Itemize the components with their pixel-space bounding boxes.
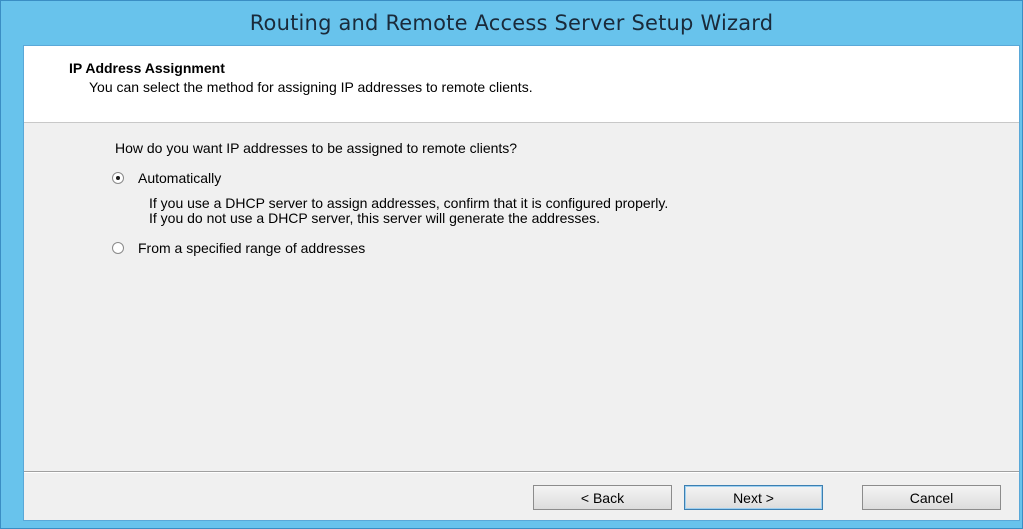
wizard-header: IP Address Assignment You can select the…: [24, 46, 1019, 123]
description-line: If you do not use a DHCP server, this se…: [149, 210, 601, 226]
radio-automatically-label: Automatically: [138, 170, 222, 186]
automatically-description: If you use a DHCP server to assign addre…: [149, 196, 668, 226]
button-separator: [24, 471, 1019, 473]
cancel-button[interactable]: Cancel: [862, 485, 1001, 510]
description-line: If you use a DHCP server to assign addre…: [149, 195, 669, 211]
radio-button-checked-icon[interactable]: [112, 172, 124, 184]
back-button[interactable]: < Back: [533, 485, 672, 510]
radio-specified-range-label: From a specified range of addresses: [138, 240, 366, 256]
radio-automatically[interactable]: Automatically: [112, 170, 221, 186]
page-subtitle: You can select the method for assigning …: [89, 79, 533, 95]
next-button[interactable]: Next >: [684, 485, 823, 510]
assignment-question: How do you want IP addresses to be assig…: [115, 140, 518, 156]
page-title: IP Address Assignment: [69, 60, 225, 76]
wizard-client-area: IP Address Assignment You can select the…: [23, 45, 1020, 521]
radio-button-unchecked-icon[interactable]: [112, 242, 124, 254]
window-title: Routing and Remote Access Server Setup W…: [249, 11, 774, 35]
radio-specified-range[interactable]: From a specified range of addresses: [112, 240, 365, 256]
wizard-window: Routing and Remote Access Server Setup W…: [0, 0, 1023, 529]
